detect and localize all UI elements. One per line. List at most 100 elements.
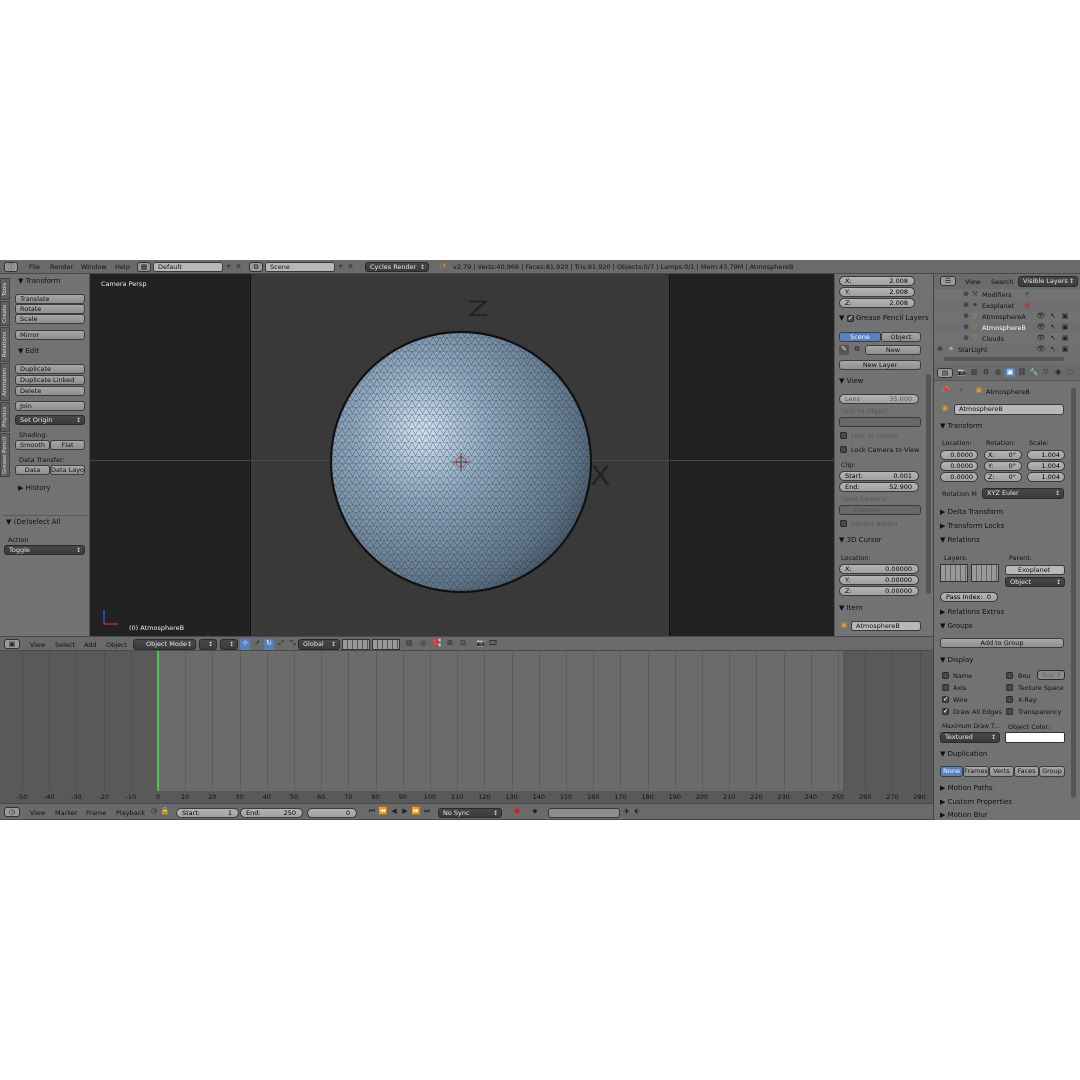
play-icon[interactable]: ▶ [400,807,410,818]
relations-header[interactable]: ▼ Relations [940,536,980,544]
mode-select[interactable]: Object Mode [133,639,196,650]
snap-toggle-icon[interactable]: 🧲 [432,639,442,650]
eye-icon[interactable]: 👁 [1036,334,1046,343]
outliner-search-menu[interactable]: Search [991,278,1013,286]
clip-end-field[interactable]: End: 52.900 [839,482,919,492]
translate-manipulator-icon[interactable]: ↗ [252,639,262,650]
tree-row[interactable]: ⊕ ▽ Clouds 👁 ↖ ▣ [934,333,1080,344]
expand-icon[interactable]: ⊕ [962,290,970,299]
history-panel-header[interactable]: ▶ History [18,484,51,492]
data-transfer-button[interactable]: Data [15,465,50,475]
view-panel-header[interactable]: ▼ View [839,377,863,385]
delta-transform-header[interactable]: ▶ Delta Transform [940,508,1003,516]
dup-faces-button[interactable]: Faces [1014,766,1039,777]
lock-range-icon[interactable]: 🔒 [160,807,170,818]
item-name-field[interactable]: AtmosphereB [851,621,921,631]
data-layout-button[interactable]: Data Layo [50,465,85,475]
rotation-x-field[interactable]: X: 0° [984,450,1022,460]
start-frame-field[interactable]: Start: 1 [176,808,239,818]
local-camera-field[interactable]: Camera [839,505,921,515]
location-y-field[interactable]: Y: 2.008 [839,287,915,297]
menu-help[interactable]: Help [115,263,130,271]
eye-icon[interactable]: 👁 [1036,345,1046,354]
tab-physics[interactable]: Physics [0,402,10,432]
next-keyframe-icon[interactable]: ⏩ [411,807,421,818]
custom-properties-header[interactable]: ▶ Custom Properties [940,798,1012,806]
outliner-filter-select[interactable]: Visible Layers [1018,276,1078,287]
cursor-x-field[interactable]: X: 0.00000 [839,564,919,574]
add-scene-icon[interactable]: + [336,262,345,272]
cursor-icon[interactable]: ↖ [1048,345,1058,354]
menu-file[interactable]: File [29,263,40,271]
eye-icon[interactable]: 👁 [1036,323,1046,332]
tree-row[interactable]: ⊕ ⚭ Exoplanet ◉ [934,300,1080,311]
scale-y-field[interactable]: 1.004 [1027,461,1065,471]
location-z-field[interactable]: 0.0000 [940,472,978,482]
tree-row[interactable]: ⊕ ▽ AtmosphereA 👁 ↖ ▣ [934,311,1080,322]
duplicate-button[interactable]: Duplicate [15,364,85,374]
lock-camera-checkbox[interactable] [840,446,847,453]
wire-checkbox[interactable] [942,695,949,703]
jump-start-icon[interactable]: ⏮ [367,807,377,818]
timeline[interactable]: -50 -40 -30 -20 -10 0 10 20 30 40 50 60 70 80 90 100 110… [0,651,933,803]
modifiers-tab-icon[interactable]: 🔧 [1029,368,1039,377]
object-name-field[interactable]: AtmosphereB [954,404,1064,415]
tab-relations[interactable]: Relations [0,327,10,362]
flat-button[interactable]: Flat [50,440,85,450]
translate-button[interactable]: Translate [15,294,85,304]
bounds-type-select[interactable]: Box [1037,670,1065,680]
motion-paths-header[interactable]: ▶ Motion Paths [940,784,993,792]
pivot-select[interactable] [220,639,238,650]
location-z-field[interactable]: Z: 2.008 [839,298,915,308]
mirror-button[interactable]: Mirror [15,330,85,340]
layout-field[interactable]: Default [153,262,223,272]
menu-playback[interactable]: Playback [116,809,145,817]
object-tab-button[interactable]: Object [881,332,921,342]
transform-orientation-select[interactable]: Global [298,639,340,650]
edit-panel-header[interactable]: ▼ Edit [18,347,39,355]
world-tab-icon[interactable]: ◍ [993,368,1003,377]
location-x-field[interactable]: 0.0000 [940,450,978,460]
parent-type-select[interactable]: Object [1005,577,1065,587]
tree-row[interactable]: ⊕ ▽ AtmosphereB 👁 ↖ ▣ [934,322,1080,333]
join-button[interactable]: Join [15,401,85,411]
menu-frame[interactable]: Frame [86,809,106,817]
transform-panel-header[interactable]: ▼ Transform [18,277,60,285]
proportional-edit-icon[interactable]: ◎ [418,639,428,650]
transform-panel-header[interactable]: ▼ Transform [940,422,982,430]
camera-icon[interactable]: ▣ [1060,312,1070,321]
expand-icon[interactable]: ⊕ [962,312,970,321]
add-layout-icon[interactable]: + [224,262,233,272]
layers-tab-icon[interactable]: ▥ [969,368,979,377]
draw-all-edges-checkbox[interactable] [942,707,949,715]
view3d-editor-icon[interactable]: ▣ [4,639,20,649]
lock-cursor-checkbox[interactable] [840,432,847,439]
menu-object[interactable]: Object [106,641,127,649]
jump-end-icon[interactable]: ⏭ [422,807,432,818]
extra-manipulator-icon[interactable]: ⤡ [288,639,298,650]
cursor-y-field[interactable]: Y: 0.00000 [839,575,919,585]
prev-keyframe-icon[interactable]: ⏪ [378,807,388,818]
rotation-z-field[interactable]: Z: 0° [984,472,1022,482]
relations-extras-header[interactable]: ▶ Relations Extras [940,608,1004,616]
transparency-checkbox[interactable] [1006,708,1013,715]
camera-icon[interactable]: ▣ [1060,323,1070,332]
motion-blur-header[interactable]: ▶ Motion Blur [940,811,988,819]
keying-set-field[interactable] [548,808,620,818]
duplication-header[interactable]: ▼ Duplication [940,750,987,758]
scale-manipulator-icon[interactable]: ⤢ [276,639,286,650]
camera-icon[interactable]: ▣ [1060,345,1070,354]
item-panel-header[interactable]: ▼ Item [839,604,863,612]
data-tab-icon[interactable]: ▽ [1041,368,1051,377]
pencil-icon[interactable]: ✎ [839,345,849,355]
rotation-mode-select[interactable]: XYZ Euler [982,488,1064,499]
new-gp-button[interactable]: New [865,345,921,355]
menu-render[interactable]: Render [50,263,73,271]
properties-editor-icon[interactable]: ▤ [937,368,953,378]
dup-verts-button[interactable]: Verts [989,766,1014,777]
grease-pencil-checkbox[interactable] [846,314,854,322]
scene-field[interactable]: Scene [265,262,335,272]
menu-marker[interactable]: Marker [55,809,77,817]
bounds-checkbox[interactable] [1006,672,1013,679]
scene-layers-a[interactable] [342,639,370,650]
